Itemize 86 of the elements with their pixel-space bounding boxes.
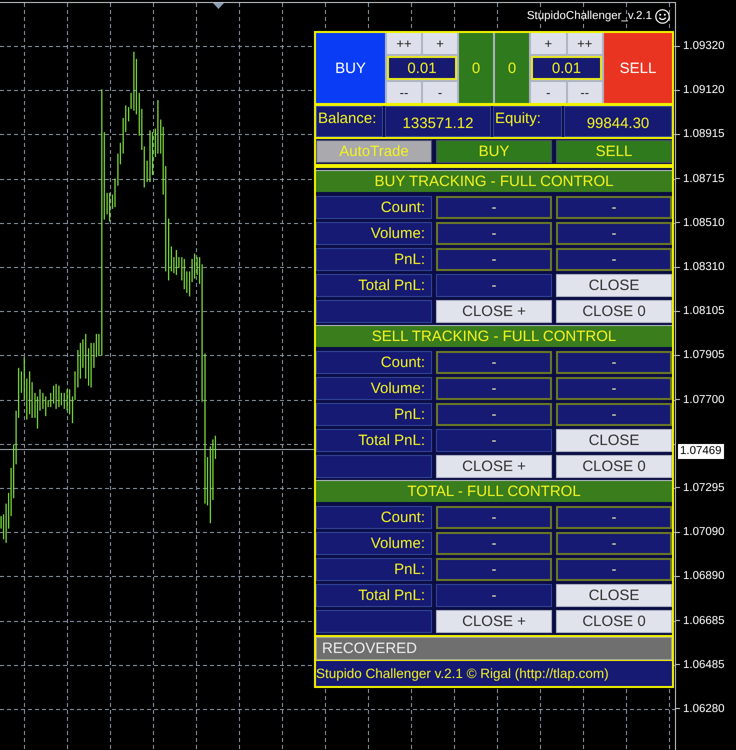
- buy-button[interactable]: BUY: [316, 33, 385, 103]
- lot-size-field[interactable]: 0.01: [387, 56, 457, 80]
- increase-lot-button[interactable]: +: [531, 33, 566, 54]
- row-label: Total PnL:: [316, 274, 432, 297]
- value-cell: -: [556, 558, 672, 581]
- row-label: Total PnL:: [316, 584, 432, 607]
- row-label: Volume:: [316, 377, 432, 400]
- price-label: 1.08915: [683, 128, 725, 140]
- value-cell: -: [436, 403, 552, 426]
- row-label: PnL:: [316, 558, 432, 581]
- account-value: 99844.30: [564, 106, 672, 137]
- value-cell: -: [556, 248, 672, 271]
- total-value-cell: -: [436, 584, 552, 607]
- close-button[interactable]: CLOSE 0: [556, 455, 672, 478]
- value-cell: -: [556, 377, 672, 400]
- value-cell: -: [436, 248, 552, 271]
- value-cell: -: [556, 196, 672, 219]
- close-button[interactable]: CLOSE: [556, 584, 672, 607]
- value-cell: -: [556, 506, 672, 529]
- price-label: 1.07295: [683, 482, 725, 494]
- smiley-icon: [655, 9, 670, 24]
- row-label: Total PnL:: [316, 429, 432, 452]
- position-counter: 0: [495, 33, 529, 103]
- price-label: 1.06280: [683, 702, 725, 715]
- increase-lot-button[interactable]: ++: [568, 33, 602, 54]
- value-cell: -: [556, 222, 672, 245]
- price-label: 1.08715: [683, 172, 725, 185]
- price-label: 1.08510: [683, 216, 725, 229]
- value-cell: -: [556, 403, 672, 426]
- row-label: Volume:: [316, 532, 432, 555]
- price-label: 1.08105: [683, 305, 725, 318]
- account-label: Equity:: [493, 106, 562, 137]
- close-button[interactable]: CLOSE: [556, 429, 672, 452]
- total-value-cell: -: [436, 274, 552, 297]
- lot-size-field[interactable]: 0.01: [531, 56, 602, 80]
- row-label: Count:: [316, 196, 432, 219]
- value-cell: -: [436, 558, 552, 581]
- position-counter: 0: [459, 33, 493, 103]
- close-button[interactable]: CLOSE 0: [556, 610, 672, 633]
- toggle-button[interactable]: SELL: [556, 140, 672, 163]
- value-cell: -: [436, 532, 552, 555]
- price-label: 1.06685: [683, 614, 725, 627]
- price-label: 1.09320: [683, 40, 725, 52]
- close-button[interactable]: CLOSE 0: [556, 300, 672, 323]
- increase-lot-button[interactable]: +: [423, 33, 457, 54]
- account-value: 133571.12: [385, 106, 491, 137]
- sell-button[interactable]: SELL: [604, 33, 672, 103]
- current-price-label: 1.07469: [677, 442, 725, 460]
- value-cell: -: [436, 222, 552, 245]
- increase-lot-button[interactable]: ++: [387, 33, 421, 54]
- decrease-lot-button[interactable]: --: [568, 82, 602, 103]
- value-cell: -: [436, 196, 552, 219]
- value-cell: -: [556, 532, 672, 555]
- close-button[interactable]: CLOSE: [556, 274, 672, 297]
- row-label: Count:: [316, 506, 432, 529]
- decrease-lot-button[interactable]: -: [531, 82, 566, 103]
- value-cell: -: [436, 351, 552, 374]
- status-bar: RECOVERED: [316, 637, 672, 660]
- value-cell: -: [556, 351, 672, 374]
- value-cell: -: [436, 506, 552, 529]
- total-value-cell: -: [436, 429, 552, 452]
- price-label: 1.07905: [683, 349, 725, 362]
- indicator-title: StupidoChallenger_v.2.1: [526, 9, 652, 24]
- row-label: PnL:: [316, 403, 432, 426]
- close-button[interactable]: CLOSE +: [436, 610, 552, 633]
- row-label: Count:: [316, 351, 432, 374]
- price-label: 1.07090: [683, 526, 725, 538]
- section-header: TOTAL - FULL CONTROL: [316, 480, 672, 502]
- price-label: 1.07700: [683, 394, 725, 406]
- decrease-lot-button[interactable]: -: [423, 82, 457, 103]
- triangle-marker-icon: [213, 3, 224, 9]
- close-button[interactable]: CLOSE +: [436, 300, 552, 323]
- footer-credit: Stupido Challenger v.2.1 © Rigal (http://tlap.com): [316, 661, 672, 686]
- decrease-lot-button[interactable]: --: [387, 82, 421, 103]
- price-label: 1.08310: [683, 261, 725, 274]
- section-header: SELL TRACKING - FULL CONTROL: [316, 325, 672, 347]
- price-label: 1.06485: [683, 658, 725, 671]
- close-button[interactable]: CLOSE +: [436, 455, 552, 478]
- price-label: 1.09120: [683, 84, 725, 96]
- row-label: Volume:: [316, 222, 432, 245]
- account-label: Balance:: [316, 106, 383, 137]
- price-label: 1.06890: [683, 570, 725, 582]
- section-header: BUY TRACKING - FULL CONTROL: [316, 170, 672, 192]
- toggle-button[interactable]: BUY: [436, 140, 552, 163]
- value-cell: -: [436, 377, 552, 400]
- row-label: PnL:: [316, 248, 432, 271]
